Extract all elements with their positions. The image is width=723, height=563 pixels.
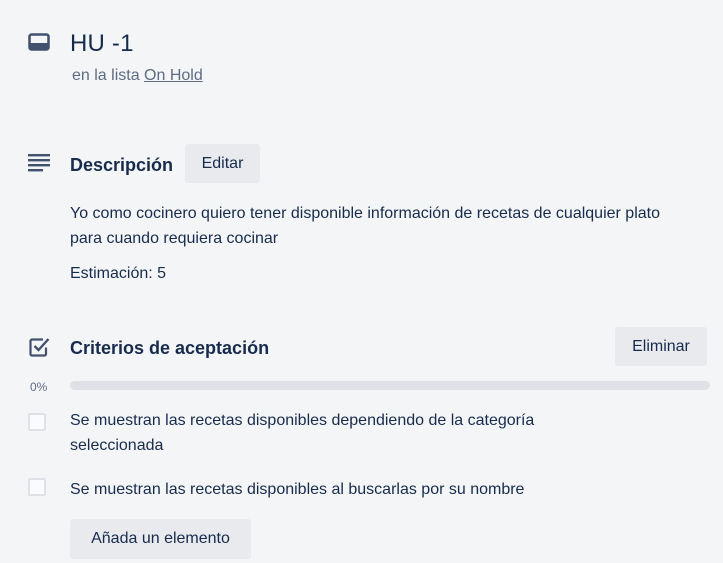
- checklist-heading[interactable]: Criterios de aceptación: [70, 338, 269, 359]
- checklist-item-checkbox[interactable]: [28, 478, 46, 496]
- add-item-button[interactable]: Añada un elemento: [70, 519, 251, 559]
- checklist-item-checkbox[interactable]: [28, 413, 46, 431]
- card-title: HU -1: [70, 30, 134, 57]
- edit-description-button[interactable]: Editar: [185, 144, 260, 183]
- card-icon: [28, 32, 50, 52]
- estimation-text: Estimación: 5: [70, 265, 167, 282]
- list-location: en la lista On Hold: [72, 67, 203, 85]
- checklist-item-text[interactable]: Se muestran las recetas disponibles depe…: [70, 408, 630, 458]
- description-lines-icon: [28, 154, 50, 172]
- progress-bar: [70, 381, 710, 390]
- delete-checklist-button[interactable]: Eliminar: [615, 327, 707, 366]
- list-prefix: en la lista: [72, 67, 140, 84]
- list-link[interactable]: On Hold: [144, 67, 203, 84]
- progress-percentage: 0%: [30, 380, 48, 394]
- checklist-item-text[interactable]: Se muestran las recetas disponibles al b…: [70, 477, 630, 502]
- description-heading: Descripción: [70, 155, 174, 175]
- checkbox-checked-icon: [29, 336, 51, 358]
- description-text[interactable]: Yo como cocinero quiero tener disponible…: [70, 201, 690, 251]
